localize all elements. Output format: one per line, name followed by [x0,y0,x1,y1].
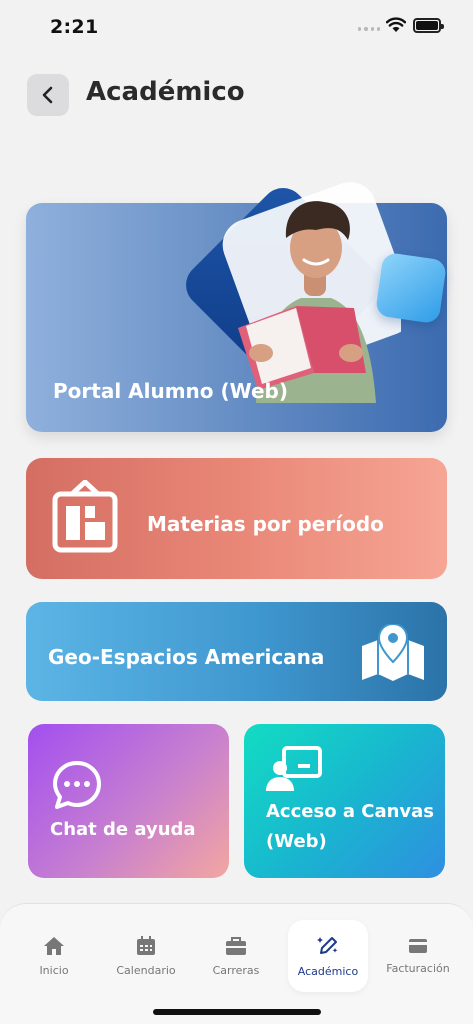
nav-item-calendario[interactable]: Calendario [106,920,186,992]
edit-sparkle-icon [317,936,338,954]
materias-card[interactable]: Materias por período [26,458,447,579]
nav-item-facturacion[interactable]: Facturación [378,920,458,992]
home-icon [44,936,64,955]
canvas-label: Acceso a Canvas (Web) [266,801,435,852]
home-indicator [153,1009,321,1015]
nav-item-academico[interactable]: Académico [288,920,368,992]
status-bar: 2:21 [0,0,473,54]
geo-espacios-card[interactable]: Geo-Espacios Americana [26,602,447,701]
portal-alumno-card[interactable]: Portal Alumno (Web) [26,182,448,432]
bottom-navigation: Inicio Calendario Carreras Académico Fac… [0,903,473,1024]
map-pin-icon [362,624,424,681]
page-title: Académico [86,77,245,107]
calendar-icon [137,935,155,955]
portal-alumno-label: Portal Alumno (Web) [53,379,288,403]
nav-item-label: Facturación [386,961,450,975]
decorative-cube [374,251,448,325]
back-button[interactable] [27,74,69,116]
presentation-board-icon [266,746,322,791]
chat-bubble-icon [53,761,101,809]
battery-icon [413,18,444,33]
geo-espacios-label: Geo-Espacios Americana [48,645,325,669]
canvas-card[interactable]: Acceso a Canvas (Web) [244,724,445,878]
wifi-icon [386,17,406,32]
cellular-signal-icon [358,27,380,33]
nav-item-carreras[interactable]: Carreras [198,920,274,992]
nav-item-label: Carreras [212,963,260,977]
briefcase-icon [226,936,246,955]
chat-ayuda-label: Chat de ayuda [50,819,196,840]
student-illustration [186,182,401,403]
chevron-left-icon [42,86,53,104]
credit-card-icon [409,938,427,953]
chat-ayuda-card[interactable]: Chat de ayuda [28,724,229,878]
status-time: 2:21 [50,16,99,38]
materias-label: Materias por período [147,512,384,536]
nav-item-inicio[interactable]: Inicio [16,920,92,992]
nav-item-label: Académico [297,964,359,978]
nav-item-label: Calendario [116,963,176,977]
nav-item-label: Inicio [39,963,69,977]
schedule-board-icon [52,480,118,553]
